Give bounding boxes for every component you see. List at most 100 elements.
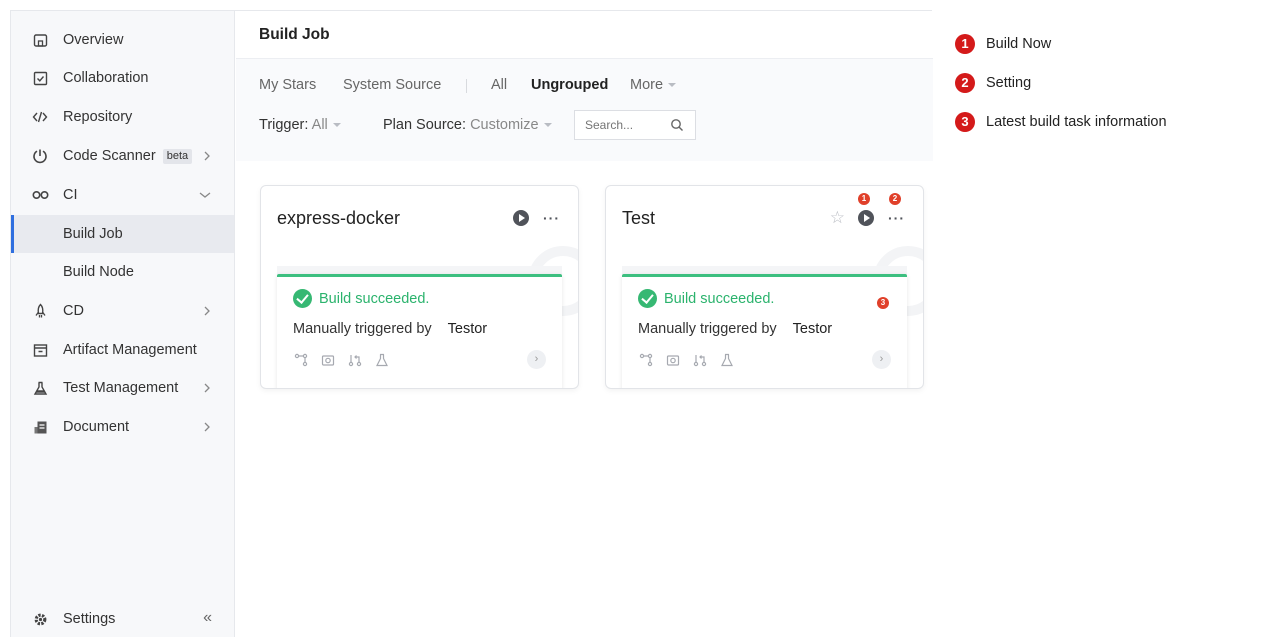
sidebar-item-label: Overview — [63, 32, 124, 48]
collaboration-icon — [31, 69, 49, 87]
page-title: Build Job — [259, 26, 330, 43]
snapshot-icon — [665, 352, 680, 367]
legend-label: Setting — [986, 75, 1032, 91]
divider — [466, 79, 467, 93]
build-job-card[interactable]: Test ☆ ··· 1 2 Build succeeded. 3 Manual… — [605, 185, 924, 389]
build-meta-icons — [638, 352, 734, 367]
legend-item: 3 Latest build task information — [955, 110, 1195, 134]
home-icon — [31, 31, 49, 49]
legend-label: Latest build task information — [986, 114, 1167, 130]
build-status-text: Build succeeded. — [319, 290, 430, 307]
snapshot-icon — [320, 352, 335, 367]
star-icon[interactable]: ☆ — [830, 208, 845, 228]
collapse-sidebar-button[interactable]: « — [203, 609, 212, 627]
latest-build-panel[interactable]: Build succeeded. Manually triggered by Te… — [277, 274, 562, 388]
sidebar-item-build-job[interactable]: Build Job — [11, 215, 234, 253]
sidebar: Overview Collaboration Repository Code S… — [11, 11, 235, 637]
build-job-card[interactable]: express-docker ··· Build succeeded. Manu… — [260, 185, 579, 389]
build-now-button[interactable] — [858, 210, 874, 226]
legend-number: 2 — [955, 73, 975, 93]
trigger-filter-value: All — [311, 117, 328, 133]
code-icon — [31, 108, 49, 126]
app-frame: Overview Collaboration Repository Code S… — [10, 10, 933, 637]
trigger-info: Manually triggered by Testor — [293, 321, 487, 337]
sidebar-settings-label: Settings — [63, 611, 116, 627]
sidebar-item-collaboration[interactable]: Collaboration — [11, 59, 234, 97]
build-status: Build succeeded. — [293, 289, 429, 308]
tab-my-stars[interactable]: My Stars — [259, 77, 316, 93]
build-status-text: Build succeeded. — [664, 290, 775, 307]
marker-badge-1: 1 — [858, 193, 870, 205]
flask-icon — [31, 379, 49, 397]
go-details-button[interactable]: › — [872, 350, 891, 369]
pipeline-icon — [638, 352, 653, 367]
latest-build-panel[interactable]: Build succeeded. 3 Manually triggered by… — [622, 274, 907, 388]
flask-icon — [374, 352, 389, 367]
plan-source-filter-value: Customize — [470, 117, 539, 133]
go-details-button[interactable]: › — [527, 350, 546, 369]
legend-label: Build Now — [986, 36, 1052, 52]
filter-toolbar: My Stars System Source All Ungrouped Mor… — [236, 59, 933, 161]
sidebar-item-label: Code Scanner — [63, 148, 156, 164]
tab-ungrouped[interactable]: Ungrouped — [531, 77, 608, 93]
tab-more[interactable]: More — [630, 77, 677, 93]
chevron-right-icon — [202, 148, 212, 164]
more-options-button[interactable]: ··· — [543, 211, 560, 225]
build-meta-icons — [293, 352, 389, 367]
flask-icon — [719, 352, 734, 367]
sidebar-item-ci[interactable]: CI — [11, 176, 234, 214]
caret-down-icon — [668, 83, 677, 88]
legend-item: 2 Setting — [955, 71, 1195, 95]
tab-more-label: More — [630, 77, 664, 93]
sidebar-item-label: CI — [63, 187, 78, 203]
search-icon[interactable] — [670, 118, 684, 132]
sidebar-item-artifact-management[interactable]: Artifact Management — [11, 331, 234, 369]
rocket-icon — [31, 302, 49, 320]
card-title: express-docker — [277, 208, 401, 228]
gear-icon — [31, 610, 49, 628]
sidebar-item-build-node[interactable]: Build Node — [11, 253, 234, 291]
sidebar-item-overview[interactable]: Overview — [11, 21, 234, 59]
document-icon — [31, 418, 49, 436]
sidebar-settings[interactable]: Settings « — [11, 600, 234, 637]
card-actions: ··· — [513, 208, 560, 228]
sidebar-item-test-management[interactable]: Test Management — [11, 369, 234, 407]
trigger-filter[interactable]: Trigger: All — [259, 117, 341, 133]
marker-badge-2: 2 — [889, 193, 901, 205]
trigger-filter-label: Trigger: — [259, 117, 309, 133]
trigger-info: Manually triggered by Testor — [638, 321, 832, 337]
build-status: Build succeeded. — [638, 289, 774, 308]
artifact-icon — [31, 341, 49, 359]
more-options-button[interactable]: ··· — [888, 211, 905, 225]
chevron-down-icon — [198, 187, 212, 203]
sidebar-item-label: Document — [63, 419, 130, 435]
marker-badge-3: 3 — [877, 297, 889, 309]
check-circle-icon — [638, 289, 657, 308]
card-actions: ☆ ··· — [830, 208, 905, 228]
tab-system-source[interactable]: System Source — [343, 77, 441, 93]
legend-item: 1 Build Now — [955, 32, 1195, 56]
sidebar-item-label: Test Management — [63, 380, 179, 396]
build-now-button[interactable] — [513, 210, 529, 226]
legend-number: 3 — [955, 112, 975, 132]
beta-badge: beta — [162, 148, 193, 164]
sidebar-item-repository[interactable]: Repository — [11, 98, 234, 136]
sidebar-item-label: Repository — [63, 109, 133, 125]
sidebar-item-label: Artifact Management — [63, 342, 197, 358]
sidebar-item-label: Build Node — [63, 264, 134, 280]
sidebar-item-code-scanner[interactable]: Code Scanner beta — [11, 137, 234, 175]
sidebar-item-label: CD — [63, 303, 84, 319]
sidebar-item-cd[interactable]: CD — [11, 292, 234, 330]
plan-source-filter[interactable]: Plan Source: Customize — [383, 117, 552, 133]
legend-number: 1 — [955, 34, 975, 54]
merge-request-icon — [347, 352, 362, 367]
plan-source-filter-label: Plan Source: — [383, 117, 467, 133]
check-circle-icon — [293, 289, 312, 308]
trigger-text: Manually triggered by — [638, 321, 777, 337]
sidebar-item-document[interactable]: Document — [11, 408, 234, 446]
chevron-right-icon — [202, 380, 212, 396]
trigger-text: Manually triggered by — [293, 321, 432, 337]
card-title: Test — [622, 208, 656, 228]
sidebar-item-label: Collaboration — [63, 70, 149, 86]
tab-all[interactable]: All — [491, 77, 507, 93]
